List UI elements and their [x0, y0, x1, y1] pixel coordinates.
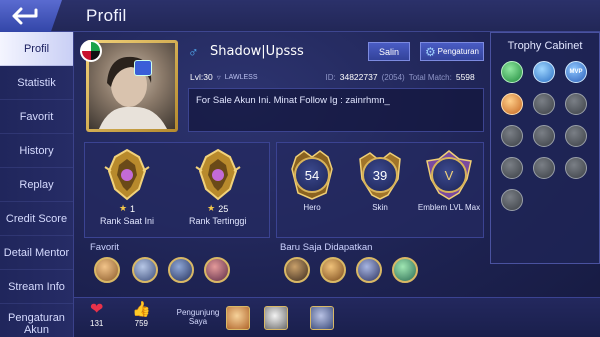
highest-rank-badge[interactable]: ★ 25 Rank Tertinggi	[189, 147, 246, 226]
highest-rank-label: Rank Tertinggi	[189, 216, 247, 226]
achievement-locked-icon[interactable]	[501, 189, 523, 211]
frame-edit-icon[interactable]	[134, 60, 152, 76]
star-icon: ★	[118, 203, 128, 213]
player-nickname: Shadow|Upsss	[210, 44, 304, 59]
highest-rank-stars: 25	[218, 203, 229, 214]
copy-button[interactable]: Salin	[368, 42, 410, 61]
favorite-hero-4-icon[interactable]	[204, 257, 230, 283]
avatar	[89, 43, 175, 129]
hero-count: 54	[294, 157, 330, 193]
mythic-rank-icon	[104, 148, 150, 201]
profile-screen: Profil Profil Statistik Favorit History …	[0, 0, 600, 337]
sidebar-item-stream-info[interactable]: Stream Info	[0, 270, 73, 304]
achievement-team-icon[interactable]	[501, 61, 523, 83]
avatar-photo-icon	[99, 56, 167, 129]
back-arrow-icon	[12, 7, 38, 25]
gear-icon: ⚙	[425, 45, 436, 59]
emblem-badge[interactable]: V Emblem LVL Max	[417, 149, 481, 212]
likes-counter[interactable]: ❤ 131	[90, 301, 103, 328]
profile-stats-line: Lvl:30 ▿ LAWLESS ID: 34822737 (2054) Tot…	[190, 72, 484, 82]
back-button[interactable]	[0, 0, 62, 32]
achievement-locked-icon[interactable]	[533, 157, 555, 179]
achievement-mvp-icon[interactable]: MVP	[565, 61, 587, 83]
visitor-avatar-1[interactable]	[226, 306, 250, 330]
total-match-value: 5598	[455, 72, 475, 82]
skin-medal-icon: 39	[354, 149, 406, 201]
recent-hero-4-icon[interactable]	[392, 257, 418, 283]
hero-medal-icon: 54	[286, 149, 338, 201]
hero-count-badge[interactable]: 54 Hero	[283, 149, 341, 212]
bio-text[interactable]: For Sale Akun Ini. Minat Follow Ig : zai…	[188, 88, 484, 132]
achievement-locked-icon[interactable]	[533, 93, 555, 115]
trophy-cabinet[interactable]: Trophy Cabinet MVP	[490, 32, 600, 264]
emblem-level: V	[431, 157, 467, 193]
sidebar-item-detail-mentor[interactable]: Detail Mentor	[0, 236, 73, 270]
thumbs-count: 759	[134, 319, 149, 328]
sidebar-item-profil[interactable]: Profil	[0, 32, 73, 66]
country-flag-icon	[80, 40, 102, 62]
skin-count-badge[interactable]: 39 Skin	[351, 149, 409, 212]
star-icon: ★	[207, 203, 216, 213]
favorite-hero-3-icon[interactable]	[168, 257, 194, 283]
header-bar: Profil	[0, 0, 600, 32]
favorite-hero-2-icon[interactable]	[132, 257, 158, 283]
skin-label: Skin	[372, 203, 388, 212]
player-id: 34822737	[339, 72, 378, 82]
current-rank-stars: 1	[130, 203, 136, 214]
sidebar-item-statistik[interactable]: Statistik	[0, 66, 73, 100]
rank-panel: ★ 1 Rank Saat Ini ★ 25 Rank Tertinggi	[84, 142, 270, 238]
recent-hero-1-icon[interactable]	[284, 257, 310, 283]
favorite-hero-1-icon[interactable]	[94, 257, 120, 283]
sidebar-item-credit-score[interactable]: Credit Score	[0, 202, 73, 236]
settings-button[interactable]: ⚙ Pengaturan	[420, 42, 484, 61]
favorit-title: Favorit	[90, 242, 120, 253]
achievement-locked-icon[interactable]	[565, 157, 587, 179]
emblem-medal-icon: V	[423, 149, 475, 201]
sidebar-item-favorit[interactable]: Favorit	[0, 100, 73, 134]
current-rank-badge[interactable]: ★ 1 Rank Saat Ini	[99, 147, 155, 226]
bottom-bar: ❤ 131 👍 759 Pengunjung Saya	[74, 297, 600, 337]
server-id: (2054)	[381, 72, 405, 82]
id-label: ID:	[325, 72, 336, 82]
achievement-locked-icon[interactable]	[501, 125, 523, 147]
current-rank-label: Rank Saat Ini	[99, 216, 155, 226]
collection-panel: 54 Hero 39 Skin V Emblem LVL Max	[276, 142, 484, 238]
heart-icon: ❤	[90, 301, 104, 318]
emblem-label: Emblem LVL Max	[417, 203, 481, 212]
likes-count: 131	[90, 319, 104, 328]
sidebar-item-replay[interactable]: Replay	[0, 168, 73, 202]
sidebar-item-pengaturan-akun[interactable]: Pengaturan Akun	[0, 304, 73, 337]
visitor-avatar-3[interactable]	[310, 306, 334, 330]
thumbs-counter[interactable]: 👍 759	[132, 301, 151, 328]
recent-hero-3-icon[interactable]	[356, 257, 382, 283]
recent-title: Baru Saja Didapatkan	[280, 242, 373, 253]
sidebar-item-history[interactable]: History	[0, 134, 73, 168]
level-value: Lvl:30	[190, 72, 213, 82]
page-title: Profil	[86, 6, 127, 25]
achievement-locked-icon[interactable]	[501, 157, 523, 179]
mythic-rank-icon	[195, 148, 241, 201]
sidebar: Profil Statistik Favorit History Replay …	[0, 32, 74, 337]
achievement-locked-icon[interactable]	[565, 93, 587, 115]
thumbs-up-icon: 👍	[132, 301, 151, 318]
achievement-locked-icon[interactable]	[533, 125, 555, 147]
tier-label: LAWLESS	[224, 73, 258, 81]
tier-chevron-icon: ▿	[216, 72, 221, 82]
trophy-cabinet-title: Trophy Cabinet	[507, 40, 583, 52]
recent-hero-2-icon[interactable]	[320, 257, 346, 283]
male-gender-icon: ♂	[188, 44, 199, 60]
skin-count: 39	[362, 157, 398, 193]
total-match-label: Total Match:	[408, 72, 452, 82]
hero-label: Hero	[303, 203, 321, 212]
achievement-bird-icon[interactable]	[533, 61, 555, 83]
visitors-label: Pengunjung Saya	[176, 308, 220, 326]
achievement-sword-icon[interactable]	[501, 93, 523, 115]
achievement-locked-icon[interactable]	[565, 125, 587, 147]
visitor-avatar-2[interactable]	[264, 306, 288, 330]
settings-button-label: Pengaturan	[437, 47, 479, 56]
